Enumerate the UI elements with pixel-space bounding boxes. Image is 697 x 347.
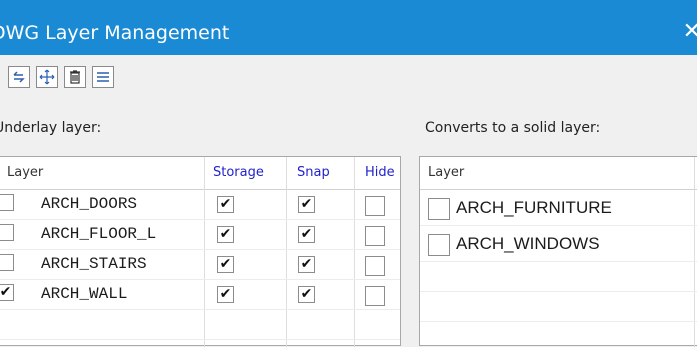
- hide-checkbox[interactable]: [365, 196, 385, 216]
- hide-checkbox[interactable]: [365, 286, 385, 306]
- storage-checkbox[interactable]: ✔: [217, 286, 234, 303]
- close-icon[interactable]: ✕: [683, 20, 697, 44]
- table-row[interactable]: ARCH_DOORS ✔ ✔: [0, 190, 400, 220]
- layer-name: ARCH_FURNITURE: [456, 198, 612, 217]
- snap-checkbox[interactable]: ✔: [298, 226, 315, 243]
- table-row[interactable]: ARCH_STAIRS ✔ ✔: [0, 250, 400, 280]
- column-layer[interactable]: Layer: [7, 157, 43, 189]
- storage-checkbox[interactable]: ✔: [217, 256, 234, 273]
- table-row-empty: [420, 292, 697, 322]
- layer-name: ARCH_WALL: [41, 285, 128, 303]
- table-row[interactable]: ARCH_FLOOR_L ✔ ✔: [0, 220, 400, 250]
- underlay-label: Underlay layer:: [0, 120, 102, 136]
- table-row-empty: [0, 310, 400, 340]
- layer-name: ARCH_STAIRS: [41, 255, 147, 273]
- hide-checkbox[interactable]: [365, 226, 385, 246]
- table-header: Layer Storage Snap Hide: [0, 157, 400, 190]
- delete-icon: [70, 70, 80, 84]
- solid-layer-table: Layer ARCH_FURNITURE ARCH_WINDOWS: [419, 156, 697, 347]
- snap-checkbox[interactable]: ✔: [298, 286, 315, 303]
- title-bar: DWG Layer Management ✕: [0, 0, 697, 55]
- column-layer[interactable]: Layer: [428, 157, 464, 189]
- snap-checkbox[interactable]: ✔: [298, 196, 315, 213]
- underlay-table: Layer Storage Snap Hide ARCH_DOORS ✔ ✔ A…: [0, 156, 401, 347]
- table-row[interactable]: ARCH_WINDOWS: [420, 226, 697, 262]
- layer-checkbox[interactable]: [0, 254, 14, 271]
- table-row[interactable]: ARCH_FURNITURE: [420, 190, 697, 226]
- column-storage[interactable]: Storage: [213, 157, 264, 189]
- storage-checkbox[interactable]: ✔: [217, 196, 234, 213]
- layer-name: ARCH_DOORS: [41, 195, 138, 213]
- undo-icon: [13, 71, 25, 83]
- delete-button[interactable]: [64, 66, 86, 88]
- layer-checkbox[interactable]: [428, 198, 450, 220]
- menu-icon: [97, 72, 109, 82]
- layer-checkbox[interactable]: [428, 234, 450, 256]
- window-title: DWG Layer Management: [0, 22, 230, 44]
- column-hide[interactable]: Hide: [365, 157, 395, 189]
- move-icon: [39, 69, 55, 85]
- table-row[interactable]: ✔ ARCH_WALL ✔ ✔: [0, 280, 400, 310]
- table-row-empty: [420, 262, 697, 292]
- layer-checkbox[interactable]: [0, 194, 14, 211]
- layer-name: ARCH_WINDOWS: [456, 234, 600, 253]
- menu-button[interactable]: [92, 66, 114, 88]
- table-header: Layer: [420, 157, 697, 190]
- snap-checkbox[interactable]: ✔: [298, 256, 315, 273]
- storage-checkbox[interactable]: ✔: [217, 226, 234, 243]
- layer-checkbox[interactable]: [0, 224, 14, 241]
- undo-button[interactable]: [8, 66, 30, 88]
- solid-layer-label: Converts to a solid layer:: [425, 120, 601, 136]
- layer-checkbox[interactable]: ✔: [0, 284, 14, 301]
- layer-name: ARCH_FLOOR_L: [41, 225, 157, 243]
- column-snap[interactable]: Snap: [297, 157, 330, 189]
- move-button[interactable]: [36, 66, 58, 88]
- hide-checkbox[interactable]: [365, 256, 385, 276]
